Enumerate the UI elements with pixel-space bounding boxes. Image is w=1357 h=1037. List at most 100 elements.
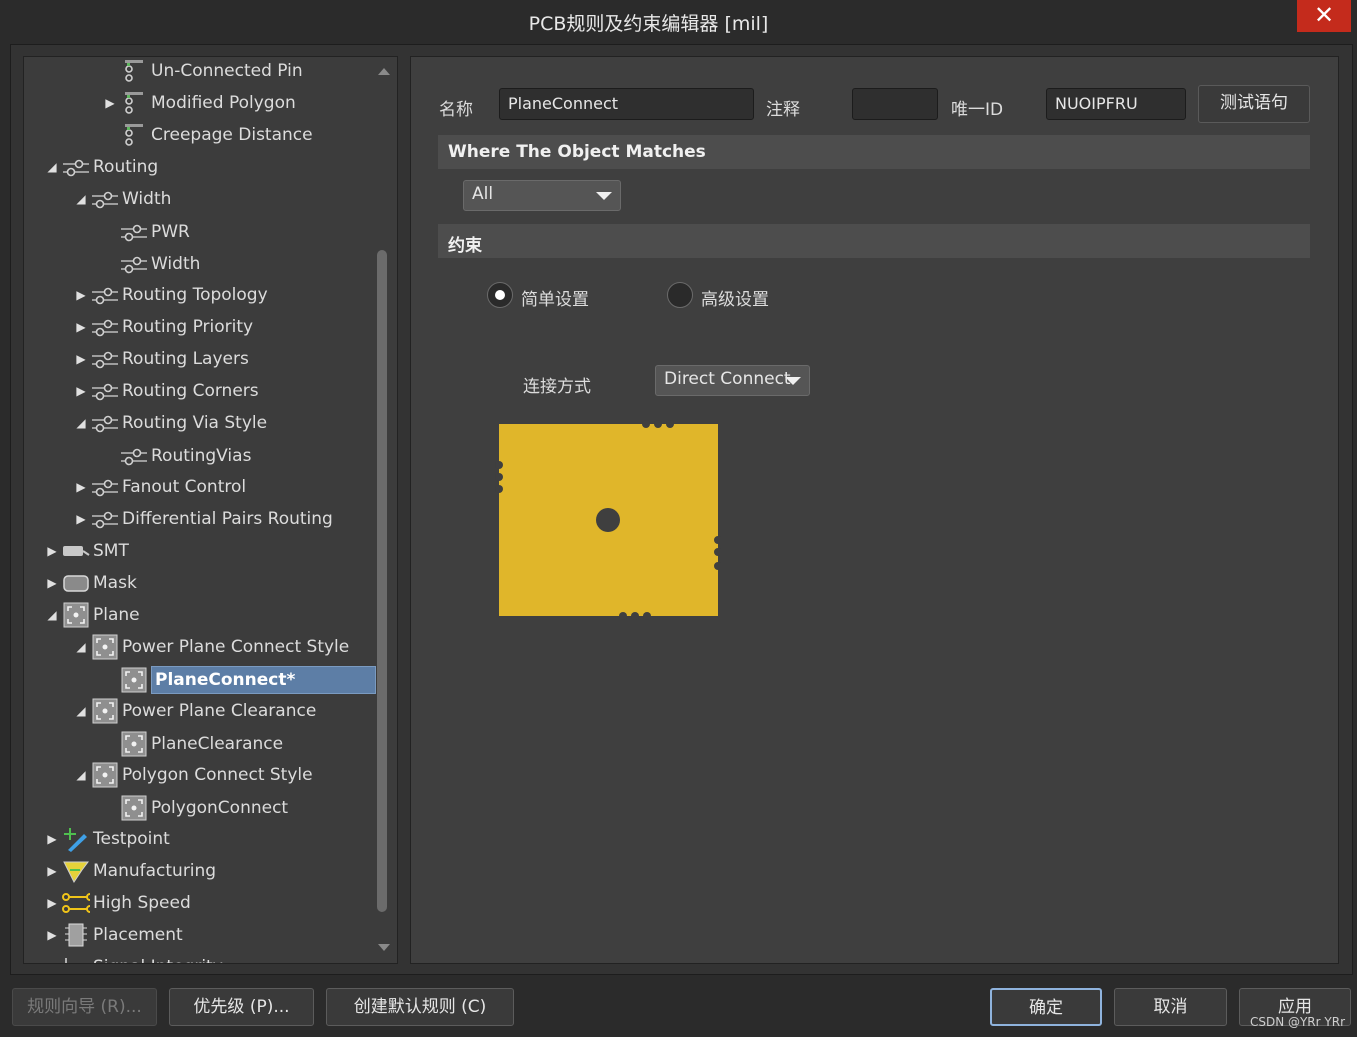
tree-item[interactable]: ◢ Power Plane Connect Style (73, 631, 349, 663)
collapse-arrow-icon[interactable]: ◢ (73, 703, 89, 719)
advanced-mode-radio[interactable] (667, 282, 693, 308)
manufacturing-icon (62, 859, 90, 883)
priorities-button[interactable]: 优先级 (P)... (169, 988, 314, 1026)
close-button[interactable]: ✕ (1297, 0, 1351, 32)
comment-input[interactable] (852, 88, 938, 120)
tree-item[interactable]: PWR (102, 216, 190, 248)
routing-icon (91, 507, 119, 531)
tree-item[interactable]: PolygonConnect (102, 792, 288, 824)
tree-item[interactable]: ▶ Testpoint (44, 823, 170, 855)
connect-style-dropdown[interactable]: Direct Connect (655, 365, 810, 396)
plane-icon (120, 795, 148, 821)
clearance-icon (120, 123, 148, 147)
tree-item-label: PWR (151, 222, 190, 242)
clearance-icon (120, 59, 148, 83)
routing-icon (91, 315, 119, 339)
tree-item[interactable]: ◢ Width (73, 183, 171, 215)
mask-icon (62, 571, 90, 595)
collapse-arrow-icon[interactable]: ◢ (73, 191, 89, 207)
expand-arrow-icon[interactable]: ▶ (44, 927, 60, 943)
plane-icon (91, 762, 119, 788)
cancel-button[interactable]: 取消 (1114, 988, 1227, 1026)
tree-item-label: Routing Corners (122, 381, 259, 401)
tree-item[interactable]: Width (102, 248, 200, 280)
create-default-rules-button[interactable]: 创建默认规则 (C) (326, 988, 514, 1026)
tree-item[interactable]: ▶ Routing Topology (73, 279, 267, 311)
tree-item[interactable]: ▶ Routing Corners (73, 375, 259, 407)
advanced-mode-label: 高级设置 (701, 290, 769, 310)
via-hole-icon (596, 508, 620, 532)
tree-item[interactable]: ▶ Routing Priority (73, 311, 253, 343)
collapse-arrow-icon[interactable]: ◢ (73, 639, 89, 655)
collapse-arrow-icon[interactable]: ◢ (73, 415, 89, 431)
expand-arrow-icon[interactable]: ▶ (73, 383, 89, 399)
tree-item[interactable]: ▶ Modified Polygon (102, 87, 296, 119)
constraints-section-header: 约束 (438, 224, 1310, 258)
scroll-down-icon[interactable] (378, 944, 390, 951)
routing-icon (91, 379, 119, 403)
tree-item[interactable]: RoutingVias (102, 440, 251, 472)
simple-mode-label: 简单设置 (521, 290, 589, 310)
scope-dropdown[interactable]: All (463, 180, 621, 211)
plane-icon (62, 602, 90, 628)
collapse-arrow-icon[interactable]: ◢ (44, 159, 60, 175)
tree-item-label: Differential Pairs Routing (122, 509, 333, 529)
expand-arrow-icon[interactable]: ▶ (73, 511, 89, 527)
routing-icon (120, 220, 148, 244)
tree-item-label: Power Plane Connect Style (122, 637, 350, 657)
tree-item[interactable]: Un-Connected Pin (102, 57, 303, 87)
expand-arrow-icon[interactable]: ▶ (73, 351, 89, 367)
test-query-button[interactable]: 测试语句 (1198, 85, 1310, 123)
tree-item[interactable]: ▶ SMT (44, 535, 128, 567)
expand-arrow-icon[interactable]: ▶ (44, 959, 60, 963)
expand-arrow-icon[interactable]: ▶ (44, 831, 60, 847)
tree-item[interactable]: Creepage Distance (102, 119, 313, 151)
uid-input[interactable]: NUOIPFRU (1046, 88, 1186, 120)
expand-arrow-icon[interactable]: ▶ (44, 863, 60, 879)
expand-arrow-icon[interactable]: ▶ (44, 575, 60, 591)
scroll-thumb[interactable] (377, 250, 387, 912)
tree-scrollbar[interactable] (376, 58, 392, 962)
tree-item[interactable]: ◢ Power Plane Clearance (73, 695, 316, 727)
tree-item[interactable]: ▶ High Speed (44, 887, 191, 919)
expand-arrow-icon[interactable]: ▶ (44, 543, 60, 559)
rule-wizard-button[interactable]: 规则向导 (R)... (12, 988, 157, 1026)
tree-item[interactable]: ▶ Routing Layers (73, 343, 249, 375)
name-input[interactable]: PlaneConnect (499, 88, 754, 120)
collapse-arrow-icon[interactable]: ◢ (73, 767, 89, 783)
tree-item[interactable]: ▶ Differential Pairs Routing (73, 503, 333, 535)
tree-item[interactable]: PlaneClearance (102, 728, 283, 760)
tree-item[interactable]: PlaneConnect* (102, 664, 377, 696)
tree-item-label: Routing Layers (122, 349, 249, 369)
tree-item[interactable]: ◢ Plane (44, 599, 140, 631)
routing-icon (120, 444, 148, 468)
uid-label: 唯一ID (951, 100, 1004, 120)
plane-icon (120, 731, 148, 757)
expand-arrow-icon[interactable]: ▶ (44, 895, 60, 911)
tree-item[interactable]: ▶ Signal Integrity (44, 951, 223, 963)
simple-mode-radio[interactable] (487, 282, 513, 308)
tree-item-label: RoutingVias (151, 446, 252, 466)
expand-arrow-icon[interactable]: ▶ (102, 95, 118, 111)
expand-arrow-icon[interactable]: ▶ (73, 479, 89, 495)
expand-arrow-icon[interactable]: ▶ (73, 287, 89, 303)
routing-icon (91, 347, 119, 371)
comment-label: 注释 (766, 100, 800, 120)
tree-item-label: Signal Integrity (93, 957, 223, 963)
tree-item[interactable]: ◢ Polygon Connect Style (73, 759, 313, 791)
tree-item-label: Mask (93, 573, 137, 593)
collapse-arrow-icon[interactable]: ◢ (44, 607, 60, 623)
expand-arrow-icon[interactable]: ▶ (73, 319, 89, 335)
tree-item-label: Power Plane Clearance (122, 701, 317, 721)
tree-item[interactable]: ◢ Routing (44, 151, 158, 183)
tree-item[interactable]: ▶ Fanout Control (73, 471, 246, 503)
tree-item-label: Placement (93, 925, 183, 945)
tree-item[interactable]: ▶ Mask (44, 567, 137, 599)
tree-item[interactable]: ◢ Routing Via Style (73, 407, 267, 439)
scroll-up-icon[interactable] (378, 68, 390, 75)
tree-item[interactable]: ▶ Placement (44, 919, 183, 951)
ok-button[interactable]: 确定 (990, 988, 1102, 1026)
tree-item[interactable]: ▶ Manufacturing (44, 855, 216, 887)
